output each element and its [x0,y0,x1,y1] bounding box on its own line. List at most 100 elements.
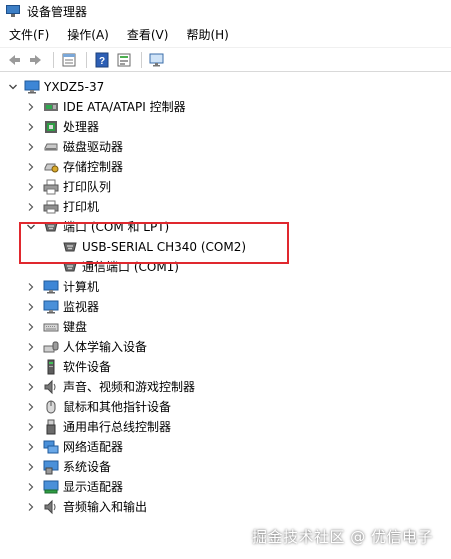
tree-item[interactable]: 计算机 [0,277,451,297]
expand-chevron-icon[interactable] [25,141,37,153]
tree-item-label: 计算机 [63,280,100,294]
expand-chevron-icon[interactable] [25,361,37,373]
disk-drive-icon [43,139,59,155]
tree-root[interactable]: YXDZ5-37 [0,77,451,97]
properties-icon [62,53,76,66]
expand-chevron-icon[interactable] [25,301,37,313]
mouse-icon [43,399,59,415]
tree-item[interactable]: 系统设备 [0,457,451,477]
tree-item-label: 鼠标和其他指针设备 [63,400,172,414]
tree-item[interactable]: 显示适配器 [0,477,451,497]
back-button[interactable] [4,50,24,70]
processor-icon [43,119,59,135]
title-bar: 设备管理器 [0,0,451,22]
computer-icon [43,279,59,295]
tree-item-label: 系统设备 [63,460,112,474]
tree-item[interactable]: 声音、视频和游戏控制器 [0,377,451,397]
display-adapter-icon [43,479,59,495]
help-button[interactable]: ? [92,50,112,70]
tree-item[interactable]: 鼠标和其他指针设备 [0,397,451,417]
tree-item[interactable]: IDE ATA/ATAPI 控制器 [0,97,451,117]
scan-hardware-button[interactable] [147,50,167,70]
expand-chevron-icon[interactable] [25,101,37,113]
expand-chevron-icon[interactable] [25,461,37,473]
system-device-icon [43,459,59,475]
menu-bar: 文件(F) 操作(A) 查看(V) 帮助(H) [0,22,451,48]
expand-chevron-icon[interactable] [25,441,37,453]
window-title: 设备管理器 [27,4,88,19]
tree-item[interactable]: 处理器 [0,117,451,137]
computer-icon [24,79,40,95]
expand-chevron-icon[interactable] [25,201,37,213]
tree-item[interactable]: 网络适配器 [0,437,451,457]
properties-view-button[interactable] [59,50,79,70]
collapse-chevron-icon[interactable] [7,81,19,93]
svg-text:?: ? [99,56,105,67]
scan-monitor-icon [149,53,164,66]
tree-item[interactable]: 键盘 [0,317,451,337]
network-icon [43,439,59,455]
tree-item[interactable]: 音频输入和输出 [0,497,451,517]
ide-controller-icon [43,99,59,115]
expand-chevron-icon[interactable] [25,161,37,173]
highlight-annotation-box [19,222,289,264]
root-label: YXDZ5-37 [44,80,105,94]
tree-item-label: 存储控制器 [63,160,124,174]
update-driver-icon [117,53,131,66]
storage-controller-icon [43,159,59,175]
toolbar-separator [86,51,87,68]
menu-file[interactable]: 文件(F) [4,23,54,46]
tree-item-label: 监视器 [63,300,100,314]
software-device-icon [43,359,59,375]
expand-chevron-icon[interactable] [25,321,37,333]
tree-item[interactable]: 磁盘驱动器 [0,137,451,157]
tree-item[interactable]: 软件设备 [0,357,451,377]
back-arrow-icon [9,54,20,65]
device-manager-window: 设备管理器 文件(F) 操作(A) 查看(V) 帮助(H) ? YXDZ5-37… [0,0,451,559]
tree-item-label: 打印机 [63,200,100,214]
tree-item-label: 网络适配器 [63,440,124,454]
tree-item[interactable]: 人体学输入设备 [0,337,451,357]
forward-button[interactable] [26,50,46,70]
tree-item[interactable]: 监视器 [0,297,451,317]
device-manager-app-icon [6,4,20,18]
tree-item-label: 打印队列 [63,180,112,194]
tree-item-label: 声音、视频和游戏控制器 [63,380,196,394]
watermark-text: 掘金技术社区 @ 优信电子 [251,528,433,546]
toolbar: ? [0,48,451,72]
print-queue-icon [43,179,59,195]
expand-chevron-icon[interactable] [25,421,37,433]
tree-item-label: 键盘 [63,320,88,334]
expand-chevron-icon[interactable] [25,121,37,133]
monitor-icon [43,299,59,315]
sound-icon [43,379,59,395]
expand-chevron-icon[interactable] [25,281,37,293]
tree-item[interactable]: 通用串行总线控制器 [0,417,451,437]
expand-chevron-icon[interactable] [25,381,37,393]
expand-chevron-icon[interactable] [25,501,37,513]
tree-item[interactable]: 打印机 [0,197,451,217]
menu-view[interactable]: 查看(V) [122,23,174,46]
tree-item-label: IDE ATA/ATAPI 控制器 [63,100,186,114]
tree-item-label: 音频输入和输出 [63,500,148,514]
keyboard-icon [43,319,59,335]
tree-item-label: 处理器 [63,120,100,134]
expand-chevron-icon[interactable] [25,181,37,193]
device-tree: YXDZ5-37 IDE ATA/ATAPI 控制器 处理器 磁盘驱动器 存储控… [0,72,451,517]
toolbar-separator [53,51,54,68]
tree-item-label: 通用串行总线控制器 [63,420,172,434]
tree-item-label: 人体学输入设备 [63,340,148,354]
tree-item[interactable]: 打印队列 [0,177,451,197]
expand-chevron-icon[interactable] [25,481,37,493]
tree-item-label: 显示适配器 [63,480,124,494]
expand-chevron-icon[interactable] [25,401,37,413]
usb-icon [43,419,59,435]
expand-chevron-icon[interactable] [25,341,37,353]
menu-help[interactable]: 帮助(H) [181,23,233,46]
menu-action[interactable]: 操作(A) [62,23,114,46]
hid-icon [43,339,59,355]
printer-icon [43,199,59,215]
update-driver-button[interactable] [114,50,134,70]
tree-item-label: 软件设备 [63,360,112,374]
tree-item[interactable]: 存储控制器 [0,157,451,177]
